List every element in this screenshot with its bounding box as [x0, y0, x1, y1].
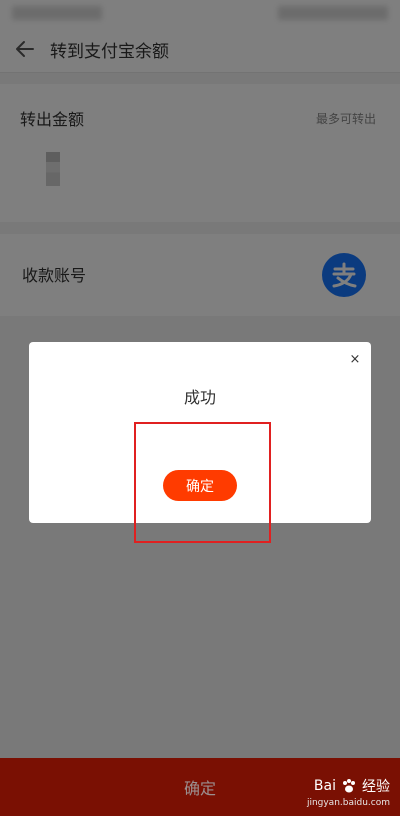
watermark-brand: Bai	[313, 778, 336, 794]
paw-icon	[343, 779, 355, 793]
watermark-brand-suffix: 经验	[362, 779, 390, 795]
close-icon[interactable]: ×	[347, 352, 363, 368]
dialog-title: 成功	[183, 388, 216, 407]
baidu-jingyan-watermark: Bai 经验 jingyan.baidu.com	[307, 776, 390, 808]
watermark-logo: Bai 经验	[307, 776, 390, 796]
watermark-url: jingyan.baidu.com	[306, 798, 390, 808]
annotation-highlight-box	[134, 422, 271, 543]
bottom-confirm-label: 确定	[183, 779, 216, 798]
